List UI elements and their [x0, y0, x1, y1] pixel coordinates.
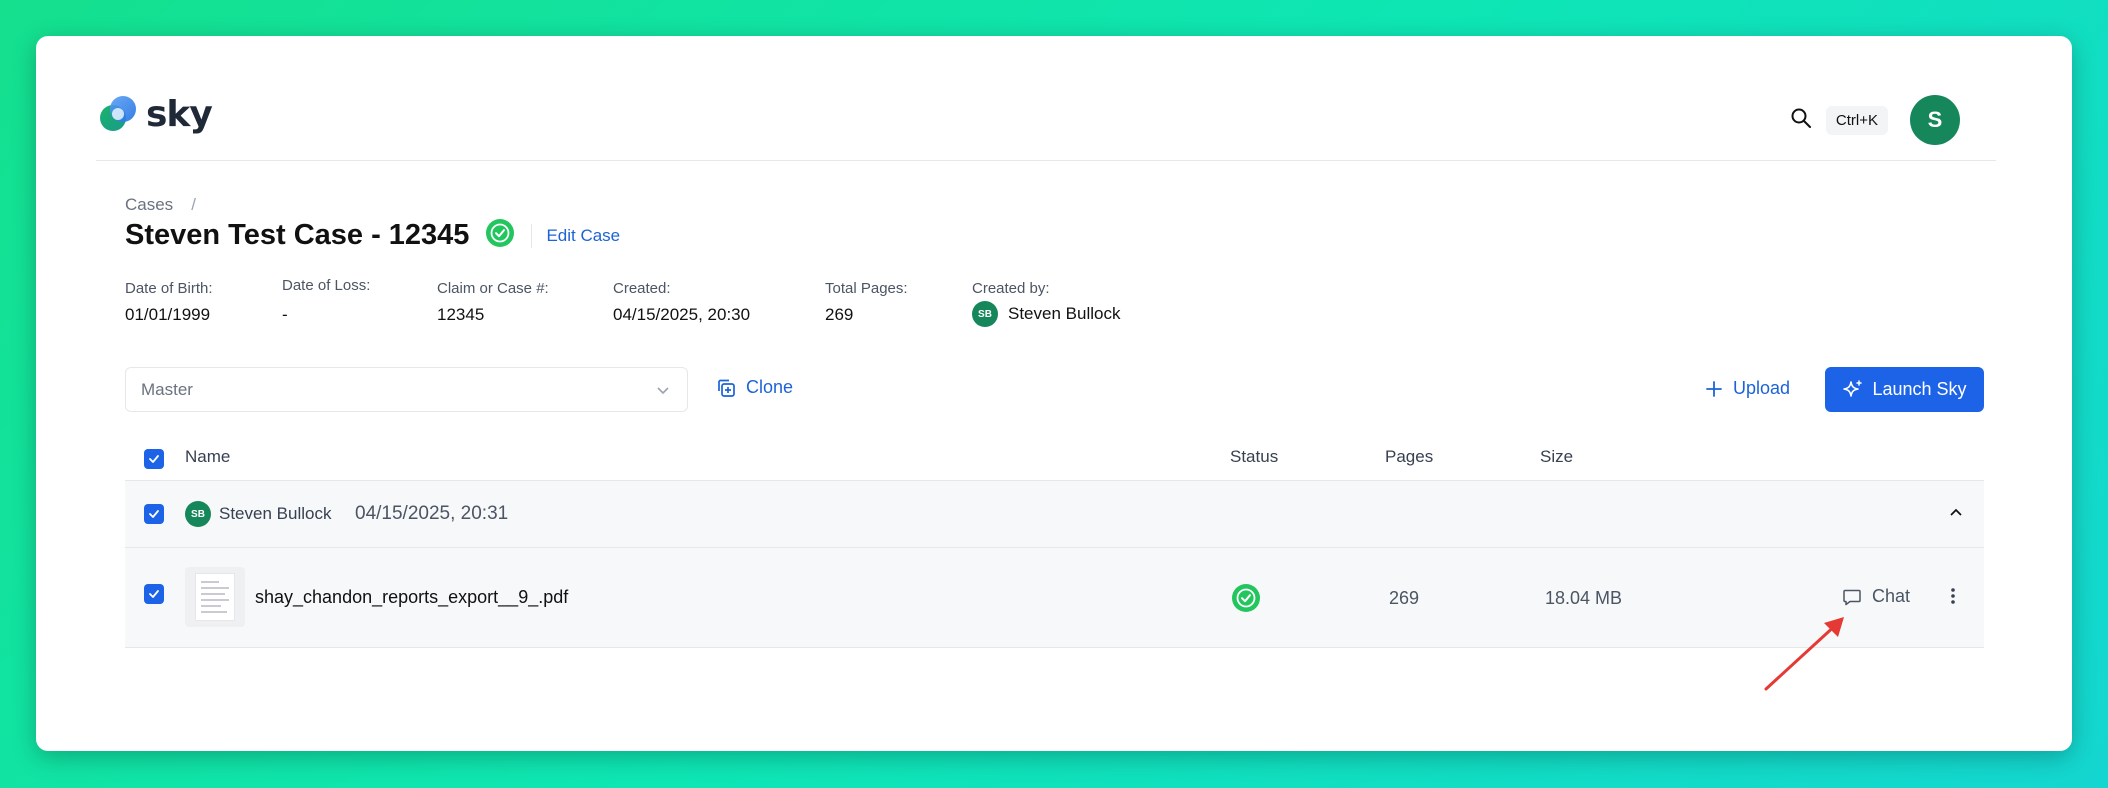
group-user: Steven Bullock [219, 504, 332, 523]
file-pages: 269 [1389, 588, 1420, 608]
file-name[interactable]: shay_chandon_reports_export__9_.pdf [255, 587, 568, 608]
avatar: SB [185, 501, 211, 527]
sparkle-icon [1843, 379, 1863, 397]
meta-label: Claim or Case #: [437, 280, 549, 297]
verified-check-icon [485, 218, 515, 253]
title-divider [531, 223, 533, 248]
meta-value: 269 [825, 305, 854, 324]
top-bar: sky Ctrl+K S [96, 57, 1996, 161]
chevron-down-icon [655, 382, 671, 403]
breadcrumb-separator: / [191, 195, 196, 214]
check-icon [149, 510, 159, 518]
search-icon[interactable] [1790, 107, 1812, 134]
meta-value: SB Steven Bullock [972, 301, 1120, 327]
edit-case-link[interactable]: Edit Case [546, 226, 620, 246]
chevron-up-icon[interactable] [1948, 505, 1964, 526]
meta-value: 01/01/1999 [125, 305, 211, 324]
meta-label: Date of Loss: [282, 277, 371, 294]
meta-total-pages: Total Pages: 269 [825, 280, 908, 325]
header-actions: Ctrl+K S [1790, 95, 1960, 145]
check-icon [149, 455, 159, 463]
meta-label: Date of Birth: [125, 280, 213, 297]
version-select[interactable]: Master [125, 367, 688, 412]
table-header: Name Status Pages Size [125, 437, 1984, 481]
status-complete-icon [1231, 583, 1261, 618]
clone-label: Clone [746, 377, 794, 397]
clone-icon [718, 379, 735, 397]
meta-date-of-loss: Date of Loss: - [282, 277, 370, 325]
page-title: Steven Test Case - 12345 [125, 219, 470, 251]
table-row[interactable]: shay_chandon_reports_export__9_.pdf 269 … [125, 548, 1984, 648]
file-size: 18.04 MB [1545, 588, 1623, 608]
more-options-icon[interactable] [1949, 586, 1957, 611]
meta-created-by: Created by: SB Steven Bullock [972, 280, 1120, 327]
app-logo[interactable]: sky [96, 89, 213, 139]
meta-label: Total Pages: [825, 280, 908, 297]
search-shortcut: Ctrl+K [1825, 105, 1888, 135]
chat-bubble-icon [1843, 589, 1861, 605]
plus-icon [1706, 380, 1722, 397]
breadcrumb-cases[interactable]: Cases [125, 195, 173, 214]
column-header-size[interactable]: Size [1540, 447, 1573, 467]
launch-label: Launch Sky [1872, 379, 1967, 399]
upload-label: Upload [1733, 378, 1791, 398]
app-name: sky [146, 93, 213, 135]
check-icon [149, 590, 159, 598]
upload-button[interactable]: Upload [1705, 378, 1790, 399]
meta-date-of-birth: Date of Birth: 01/01/1999 [125, 280, 213, 325]
meta-claim-number: Claim or Case #: 12345 [437, 280, 549, 325]
meta-value: - [282, 305, 288, 324]
pdf-page-preview [195, 573, 235, 621]
breadcrumb: Cases / [125, 195, 196, 215]
column-header-status[interactable]: Status [1230, 447, 1278, 467]
meta-label: Created by: [972, 280, 1050, 297]
select-all-checkbox[interactable] [144, 449, 164, 469]
row-checkbox[interactable] [144, 584, 164, 604]
avatar: SB [972, 301, 998, 327]
clone-button[interactable]: Clone [716, 377, 793, 398]
meta-value: 12345 [437, 305, 485, 324]
case-title-row: Steven Test Case - 12345 Edit Case [125, 218, 620, 253]
meta-label: Created: [613, 280, 671, 297]
chat-button[interactable]: Chat [1842, 586, 1910, 607]
meta-value: 04/15/2025, 20:30 [613, 305, 751, 324]
creator-name: Steven Bullock [1008, 304, 1121, 323]
file-thumbnail[interactable] [185, 567, 245, 627]
sky-logo-icon [96, 92, 140, 136]
group-date: 04/15/2025, 20:31 [355, 503, 509, 524]
column-header-pages[interactable]: Pages [1385, 447, 1433, 467]
user-avatar[interactable]: S [1910, 95, 1960, 145]
annotation-arrow [1764, 617, 1844, 691]
version-select-value: Master [141, 379, 193, 399]
launch-sky-button[interactable]: Launch Sky [1825, 367, 1984, 412]
upload-group-row[interactable]: SB Steven Bullock 04/15/2025, 20:31 [125, 481, 1984, 548]
chat-label: Chat [1872, 586, 1911, 606]
group-checkbox[interactable] [144, 504, 164, 524]
column-header-name[interactable]: Name [185, 447, 230, 467]
meta-created: Created: 04/15/2025, 20:30 [613, 280, 750, 325]
